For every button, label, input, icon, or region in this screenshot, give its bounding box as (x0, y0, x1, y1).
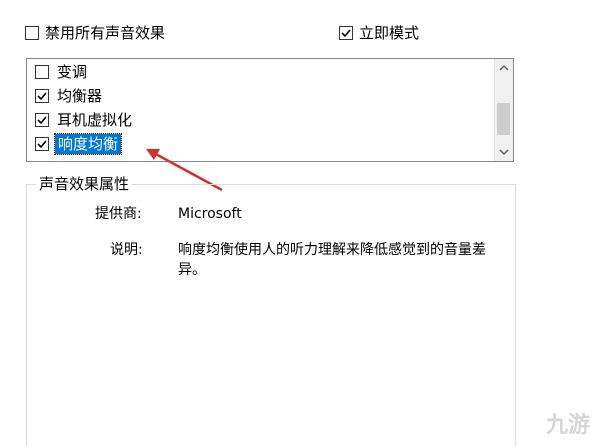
immediate-mode-label: 立即模式 (359, 24, 420, 42)
effect-label: 均衡器 (57, 87, 103, 105)
provider-label: 提供商: (95, 206, 142, 222)
disable-all-checkbox-box[interactable] (25, 26, 39, 40)
listbox-scrollbar[interactable] (494, 59, 513, 161)
watermark-logo: 九游 (545, 413, 590, 438)
scroll-up-button[interactable] (495, 59, 513, 77)
effect-checkbox[interactable] (35, 65, 49, 79)
check-icon (37, 92, 47, 101)
chevron-up-icon (499, 64, 509, 71)
effect-label: 耳机虚拟化 (57, 111, 133, 129)
description-value: 响度均衡使用人的听力理解来降低感觉到的音量差异。 (178, 242, 486, 278)
description-label: 说明: (110, 242, 143, 258)
effect-item-equalizer[interactable]: 均衡器 (33, 85, 493, 107)
effect-checkbox[interactable] (35, 137, 49, 151)
scroll-down-button[interactable] (495, 143, 513, 161)
effect-label-selected: 响度均衡 (53, 133, 123, 155)
effect-checkbox[interactable] (35, 89, 49, 103)
effect-item-loudness-equalization[interactable]: 响度均衡 (33, 133, 493, 155)
chevron-down-icon (499, 149, 509, 156)
effect-checkbox[interactable] (35, 113, 49, 127)
check-icon (341, 29, 351, 38)
disable-all-label: 禁用所有声音效果 (45, 24, 166, 42)
check-icon (37, 140, 47, 149)
effect-item-headphone-virtualization[interactable]: 耳机虚拟化 (33, 109, 493, 131)
immediate-mode-checkbox-box[interactable] (339, 26, 353, 40)
scroll-thumb[interactable] (497, 103, 510, 135)
effect-label: 变调 (57, 63, 88, 81)
provider-value: Microsoft (178, 206, 242, 222)
check-icon (37, 116, 47, 125)
effect-properties-title: 声音效果属性 (36, 174, 133, 194)
effect-item-pitch[interactable]: 变调 (33, 61, 493, 83)
effects-listbox[interactable]: 变调 均衡器 耳机虚拟化 响度均衡 (26, 58, 514, 162)
